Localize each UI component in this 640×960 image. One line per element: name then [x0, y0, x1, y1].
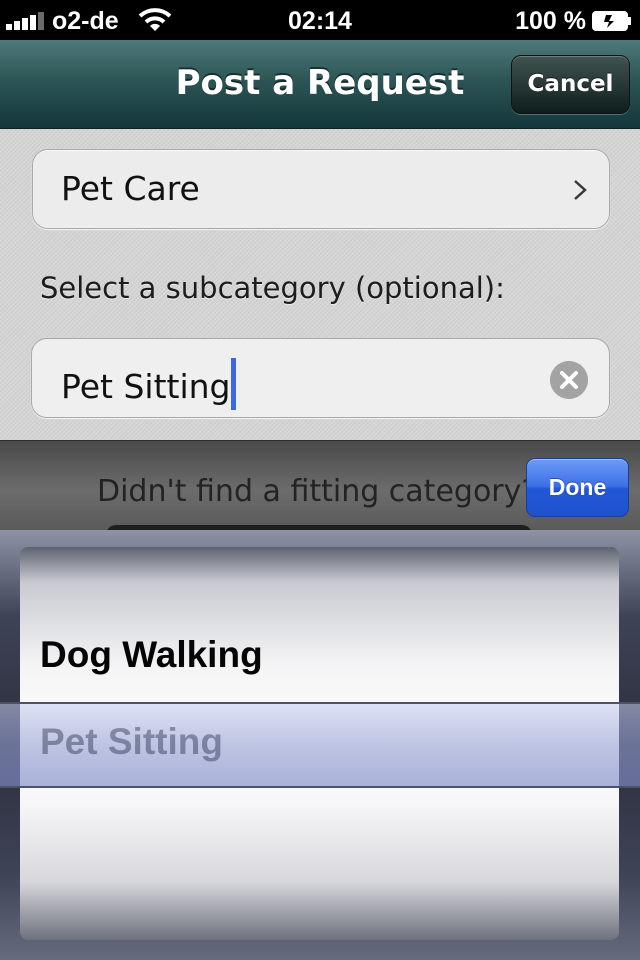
subcategory-input[interactable]: Pet Sitting	[31, 338, 610, 418]
picker-wheel[interactable]: Dog Walking Pet Sitting	[20, 547, 619, 940]
cancel-button[interactable]: Cancel	[511, 55, 630, 114]
clear-text-icon[interactable]	[550, 361, 588, 399]
category-selector[interactable]: Pet Care	[32, 149, 610, 229]
subcategory-picker[interactable]: Dog Walking Pet Sitting	[0, 530, 640, 960]
status-bar: o2-de 02:14 100 %	[0, 0, 640, 40]
battery-icon	[592, 11, 631, 31]
chevron-right-icon	[574, 180, 587, 200]
picker-toolbar: Didn't find a fitting category? Done	[0, 440, 640, 532]
picker-option-pet-sitting[interactable]: Pet Sitting	[40, 721, 223, 763]
screen: o2-de 02:14 100 % Post a Request Cancel …	[0, 0, 640, 960]
category-value: Pet Care	[61, 169, 200, 208]
category-hint-text: Didn't find a fitting category?	[97, 474, 538, 509]
battery-percentage: 100 %	[515, 7, 586, 35]
form-content: Pet Care Select a subcategory (optional)…	[0, 129, 640, 440]
subcategory-prompt: Select a subcategory (optional):	[40, 271, 505, 305]
subcategory-input-value: Pet Sitting	[61, 358, 237, 410]
subcategory-input-text: Pet Sitting	[61, 367, 231, 406]
done-button[interactable]: Done	[526, 458, 629, 517]
navigation-bar: Post a Request Cancel	[0, 40, 640, 129]
picker-option-dog-walking[interactable]: Dog Walking	[40, 634, 263, 676]
text-cursor	[231, 358, 237, 410]
